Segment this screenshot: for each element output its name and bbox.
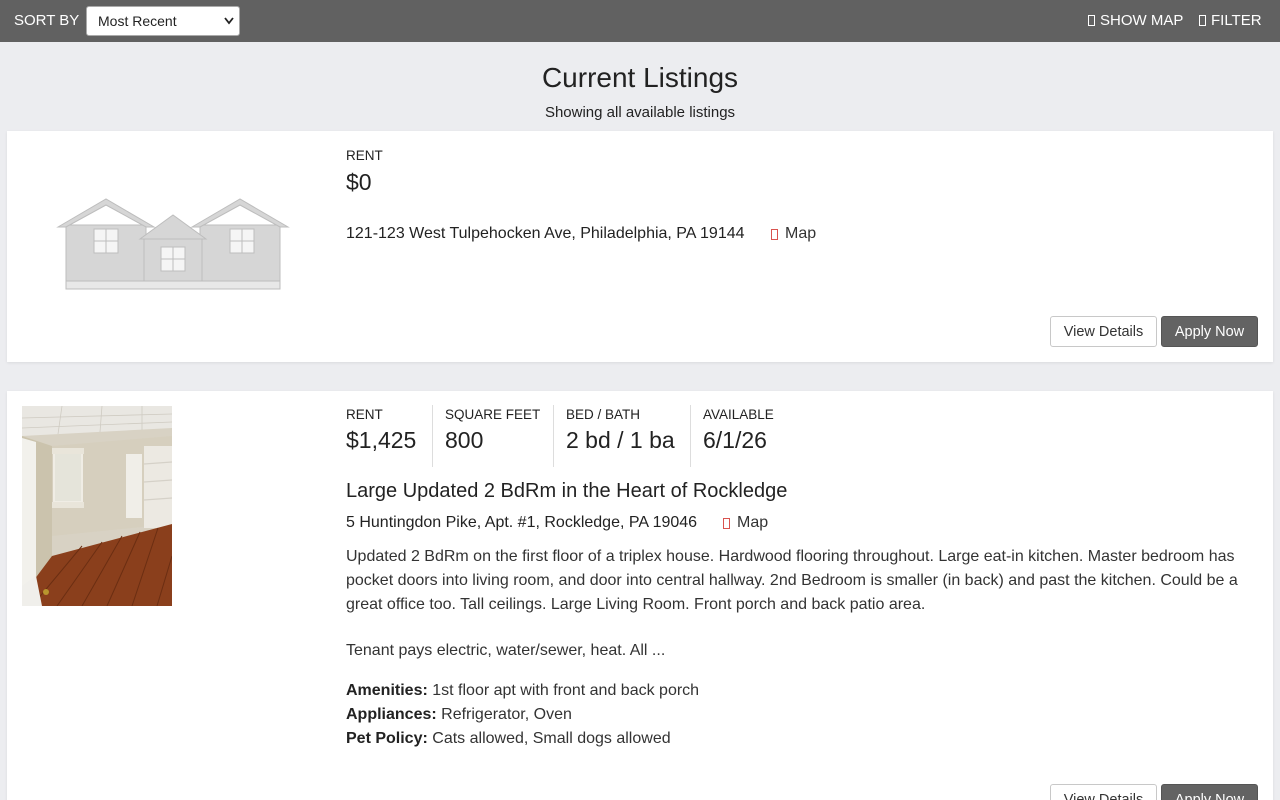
map-marker-icon bbox=[723, 517, 730, 529]
amenities-row: Amenities: 1st floor apt with front and … bbox=[346, 682, 699, 700]
listing-photo[interactable] bbox=[22, 406, 172, 606]
top-toolbar: SORT BY Most Recent SHOW MAP FILTER bbox=[0, 0, 1280, 42]
map-link-label: Map bbox=[785, 225, 817, 242]
apply-now-button[interactable]: Apply Now bbox=[1161, 784, 1258, 800]
listing-description-continued: Tenant pays electric, water/sewer, heat.… bbox=[346, 642, 666, 659]
appliances-row: Appliances: Refrigerator, Oven bbox=[346, 706, 572, 724]
pet-policy-row: Pet Policy: Cats allowed, Small dogs all… bbox=[346, 730, 671, 748]
available-stat: AVAILABLE 6/1/26 bbox=[703, 405, 793, 467]
bed-bath-label: BED / BATH bbox=[566, 407, 641, 422]
rent-label: RENT bbox=[346, 148, 383, 163]
show-map-label: SHOW MAP bbox=[1100, 12, 1184, 29]
available-value: 6/1/26 bbox=[703, 427, 767, 453]
bed-bath-value: 2 bd / 1 ba bbox=[566, 427, 675, 453]
chevron-down-icon bbox=[224, 17, 234, 25]
pet-policy-value: Cats allowed, Small dogs allowed bbox=[432, 730, 671, 747]
filter-icon bbox=[1199, 15, 1206, 26]
square-feet-label: SQUARE FEET bbox=[445, 407, 541, 422]
stat-divider bbox=[432, 405, 433, 467]
rent-value: $1,425 bbox=[346, 427, 417, 453]
pet-policy-label: Pet Policy: bbox=[346, 730, 428, 747]
rent-value: $0 bbox=[346, 169, 372, 195]
show-map-button[interactable]: SHOW MAP bbox=[1088, 12, 1183, 29]
listing-address: 5 Huntingdon Pike, Apt. #1, Rockledge, P… bbox=[346, 514, 698, 531]
rent-label: RENT bbox=[346, 407, 383, 422]
view-details-button[interactable]: View Details bbox=[1050, 316, 1157, 347]
stat-divider bbox=[690, 405, 691, 467]
filter-button[interactable]: FILTER bbox=[1199, 12, 1262, 29]
bed-bath-stat: BED / BATH 2 bd / 1 ba bbox=[566, 405, 690, 467]
page-subtitle: Showing all available listings bbox=[544, 104, 736, 121]
house-placeholder-image bbox=[56, 198, 290, 290]
stat-divider bbox=[553, 405, 554, 467]
listing-description: Updated 2 BdRm on the first floor of a t… bbox=[346, 548, 1238, 613]
amenities-value: 1st floor apt with front and back porch bbox=[432, 682, 700, 699]
appliances-label: Appliances: bbox=[346, 706, 437, 723]
map-link[interactable]: Map bbox=[771, 225, 816, 243]
sort-by-label: SORT BY bbox=[14, 12, 80, 29]
square-feet-stat: SQUARE FEET 800 bbox=[445, 405, 553, 467]
square-feet-value: 800 bbox=[445, 427, 484, 453]
amenities-label: Amenities: bbox=[346, 682, 428, 699]
apply-now-button[interactable]: Apply Now bbox=[1161, 316, 1258, 347]
listing-card: RENT $1,425 SQUARE FEET 800 BED / BATH 2… bbox=[7, 391, 1273, 800]
listing-address: 121-123 West Tulpehocken Ave, Philadelph… bbox=[346, 225, 745, 242]
listing-card: RENT $0 121-123 West Tulpehocken Ave, Ph… bbox=[7, 131, 1273, 362]
sort-select[interactable]: Most Recent bbox=[86, 6, 240, 36]
page-title: Current Listings bbox=[541, 62, 739, 93]
map-icon bbox=[1088, 15, 1095, 26]
sort-selected-value: Most Recent bbox=[98, 13, 177, 29]
available-label: AVAILABLE bbox=[703, 407, 774, 422]
listing-title[interactable]: Large Updated 2 BdRm in the Heart of Roc… bbox=[346, 480, 787, 503]
map-link[interactable]: Map bbox=[723, 514, 768, 532]
rent-stat: RENT $1,425 bbox=[346, 405, 432, 467]
appliances-value: Refrigerator, Oven bbox=[441, 706, 572, 723]
view-details-button[interactable]: View Details bbox=[1050, 784, 1157, 800]
map-link-label: Map bbox=[737, 514, 769, 531]
filter-label: FILTER bbox=[1211, 12, 1262, 29]
map-marker-icon bbox=[771, 228, 778, 240]
